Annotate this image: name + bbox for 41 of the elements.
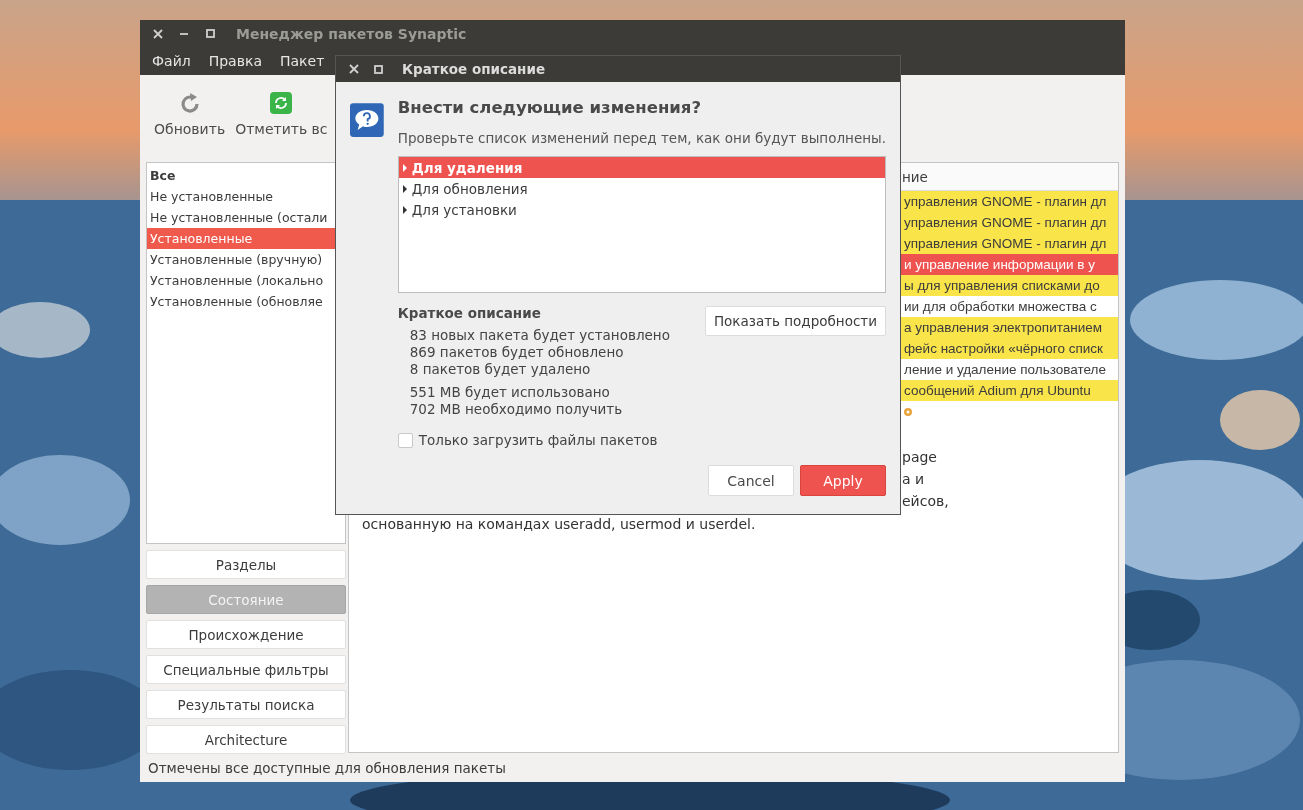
summary-line: 869 пакетов будет обновлено	[409, 344, 625, 361]
cancel-button[interactable]: Cancel	[708, 465, 794, 496]
summary-line: 8 пакетов будет удалено	[409, 361, 592, 378]
dialog-title: Краткое описание	[402, 61, 546, 77]
menu-item[interactable]: Правка	[200, 53, 270, 69]
toolbar-button[interactable]: Обновить	[154, 91, 226, 155]
description-text: а и	[902, 470, 925, 489]
tree-row[interactable]: Для установки	[398, 199, 885, 220]
filter-group-button[interactable]: Специальные фильтры	[146, 655, 346, 684]
close-icon[interactable]	[153, 28, 163, 39]
summary-line: 702 MB необходимо получить	[409, 401, 624, 418]
tree-row[interactable]: Для обновления	[398, 178, 885, 199]
expander-icon[interactable]	[401, 205, 408, 214]
tree-row-label: Для установки	[411, 201, 517, 218]
dialog-heading: Внести следующие изменения?	[397, 98, 703, 119]
maximize-icon[interactable]	[205, 29, 215, 38]
tree-row-label: Для удаления	[411, 159, 523, 176]
toolbar-button[interactable]: Отметить вс	[235, 91, 328, 155]
refresh-icon	[269, 91, 294, 115]
show-details-button[interactable]: Показать подробности	[704, 306, 886, 336]
expander-icon[interactable]	[401, 184, 408, 193]
dialog-subheading: Проверьте список изменений перед тем, как они будут выполнены.	[397, 130, 886, 146]
window-title: Менеджер пакетов Synaptic	[236, 25, 467, 42]
maximize-icon[interactable]	[373, 64, 383, 74]
description-text: ейсов,	[902, 492, 949, 511]
tree-row-label: Для обновления	[411, 180, 528, 197]
close-icon[interactable]	[349, 64, 359, 74]
description-text: page	[902, 448, 937, 467]
filter-group-button[interactable]: Происхождение	[146, 620, 346, 649]
summary-line: 83 новых пакета будет установлено	[409, 327, 670, 344]
menu-item[interactable]: Пакет	[271, 53, 333, 69]
description-text: основанную на командах useradd, usermod и userdel.	[362, 515, 756, 533]
filter-group-button[interactable]: Разделы	[146, 550, 346, 579]
checkbox[interactable]	[397, 432, 413, 448]
filter-group-button[interactable]: Architecture	[146, 725, 346, 754]
checkbox-label: Только загрузить файлы пакетов	[418, 432, 658, 448]
status-text: Отмечены все доступные для обновления пакеты	[147, 759, 507, 778]
summary-line: 551 MB будет использовано	[409, 384, 611, 401]
menu-item[interactable]: Файл	[144, 53, 199, 69]
filter-group-button[interactable]: Результаты поиска	[146, 690, 346, 719]
summary-title: Краткое описание	[397, 305, 542, 321]
